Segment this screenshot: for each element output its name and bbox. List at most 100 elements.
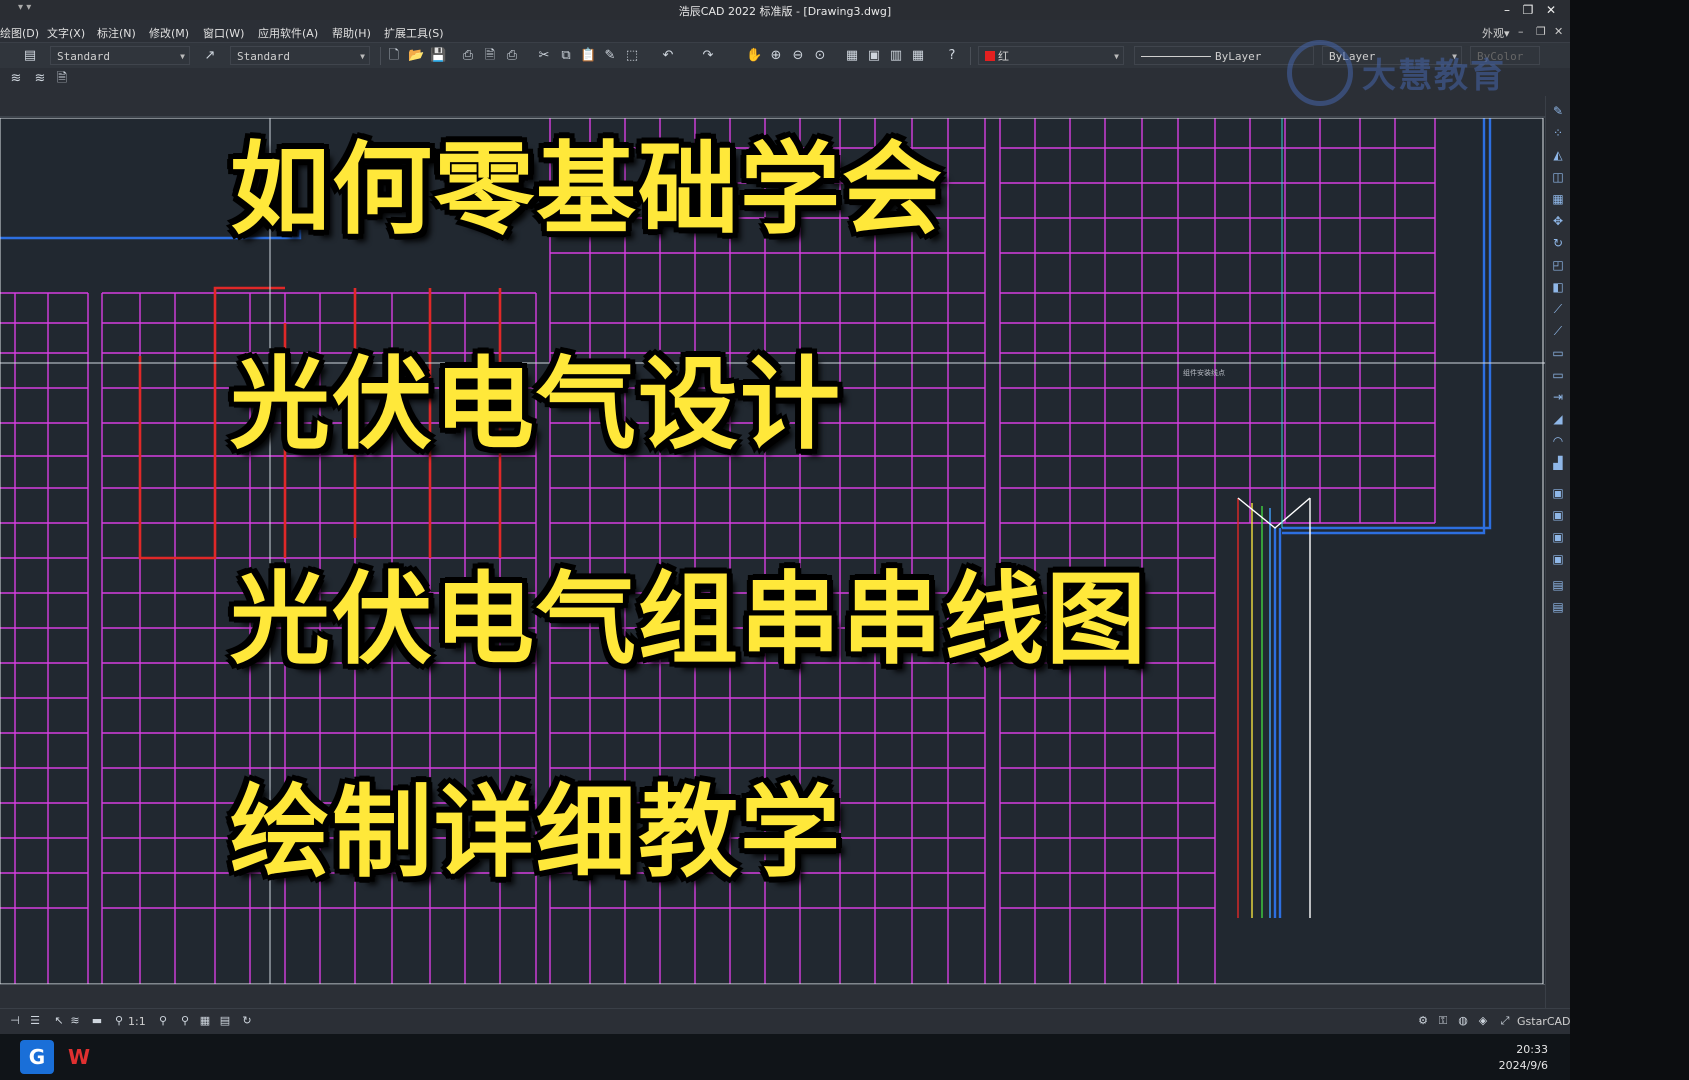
menu-extension-tools[interactable]: 扩展工具(S)	[384, 25, 444, 41]
gstarcad-icon[interactable]: G	[20, 1040, 54, 1074]
linetype-select[interactable]: ByLayer	[1134, 46, 1314, 65]
menu-dimension[interactable]: 标注(N)	[97, 25, 136, 41]
refresh-icon[interactable]: ↻	[240, 1014, 254, 1028]
chamfer-icon[interactable]: ◢	[1550, 412, 1566, 426]
undo-icon[interactable]: ↶	[660, 48, 676, 64]
isolate-objects-icon[interactable]: ◈	[1476, 1014, 1490, 1028]
offset-icon[interactable]: ◫	[1550, 170, 1566, 184]
annotation-scale-value[interactable]: 1:1	[128, 1015, 146, 1028]
layer-previous-icon[interactable]: 🗎	[54, 71, 70, 87]
menu-text[interactable]: 文字(X)	[47, 25, 85, 41]
menu-applications[interactable]: 应用软件(A)	[258, 25, 318, 41]
array-icon[interactable]: ▦	[1550, 192, 1566, 206]
break-icon[interactable]: ▭	[1550, 346, 1566, 360]
toolbar-divider	[380, 47, 381, 65]
match-properties-icon[interactable]: ✎	[602, 48, 618, 64]
caption-line-4: 绘制详细教学	[230, 774, 842, 891]
print-icon[interactable]: ⎙	[460, 48, 476, 64]
calculator-icon[interactable]: ▤	[218, 1014, 232, 1028]
zoom-previous-icon[interactable]: ⊙	[812, 48, 828, 64]
grid-toggle-icon[interactable]: ▦	[198, 1014, 212, 1028]
design-center-icon[interactable]: ▣	[866, 48, 882, 64]
annotation-scale-icon[interactable]: ⚲	[112, 1014, 126, 1028]
viewport-icon[interactable]: ▬	[90, 1014, 104, 1028]
copy-icon[interactable]: ⧉	[558, 48, 574, 64]
rotate-icon[interactable]: ↻	[1550, 236, 1566, 250]
explode-icon[interactable]: ▟	[1550, 456, 1566, 470]
layers-icon[interactable]: ≋	[68, 1014, 82, 1028]
fullscreen-icon[interactable]: ⤢	[1498, 1014, 1512, 1028]
chevron-down-icon: ▼	[1114, 52, 1119, 61]
model-space-icon[interactable]: ⊣	[8, 1014, 22, 1028]
new-file-icon[interactable]: 🗋	[386, 48, 402, 64]
text-style-select[interactable]: Standard ▼	[50, 46, 190, 65]
doc-restore-button[interactable]: ❐	[1536, 25, 1546, 38]
block-editor-icon[interactable]: ⬚	[624, 48, 640, 64]
text-edit-icon[interactable]: ▤	[1550, 578, 1566, 592]
layer-state-icon[interactable]: ≋	[32, 71, 48, 87]
mirror-icon[interactable]: ◭	[1550, 148, 1566, 162]
help-icon[interactable]: ?	[944, 48, 960, 64]
trim-icon[interactable]: ⟋	[1550, 302, 1566, 316]
annotation-visibility-icon[interactable]: ⚲	[156, 1014, 170, 1028]
menu-help[interactable]: 帮助(H)	[332, 25, 371, 41]
restore-button[interactable]: ❐	[1519, 1, 1537, 19]
move-icon[interactable]: ✥	[1550, 214, 1566, 228]
dim-style-icon[interactable]: ↗	[202, 48, 218, 64]
system-clock[interactable]: 20:33 2024/9/6	[1499, 1042, 1548, 1074]
pan-icon[interactable]: ✋	[746, 48, 762, 64]
cad-application-window: ▾ ▾ 浩辰CAD 2022 标准版 - [Drawing3.dwg] – ❐ …	[0, 0, 1570, 1080]
zoom-realtime-icon[interactable]: ⊕	[768, 48, 784, 64]
publish-icon[interactable]: ⎙	[504, 48, 520, 64]
break-at-point-icon[interactable]: ▭	[1550, 368, 1566, 382]
join-icon[interactable]: ⇥	[1550, 390, 1566, 404]
calculator-icon[interactable]: ▦	[910, 48, 926, 64]
draw-order-back-icon[interactable]: ▣	[1550, 508, 1566, 522]
zoom-window-icon[interactable]: ⊖	[790, 48, 806, 64]
wps-icon[interactable]: W	[62, 1040, 96, 1074]
print-preview-icon[interactable]: 🗎	[482, 48, 498, 64]
color-select[interactable]: 红 ▼	[978, 46, 1124, 65]
drawing-annotation: 组件安装线点	[1183, 369, 1225, 377]
text-front-icon[interactable]: ▤	[1550, 600, 1566, 614]
layout-list-icon[interactable]: ☰	[28, 1014, 42, 1028]
redo-icon[interactable]: ↷	[700, 48, 716, 64]
extend-icon[interactable]: ⟋	[1550, 324, 1566, 338]
menu-draw[interactable]: 绘图(D)	[0, 25, 39, 41]
stretch-icon[interactable]: ◧	[1550, 280, 1566, 294]
close-button[interactable]: ✕	[1542, 1, 1560, 19]
auto-scale-icon[interactable]: ⚲	[178, 1014, 192, 1028]
scale-icon[interactable]: ◰	[1550, 258, 1566, 272]
clock-date: 2024/9/6	[1498, 1059, 1548, 1072]
erase-icon[interactable]: ✎	[1550, 104, 1566, 118]
menu-modify[interactable]: 修改(M)	[149, 25, 189, 41]
layer-properties-icon[interactable]: ≋	[8, 71, 24, 87]
caption-line-1: 如何零基础学会	[230, 131, 944, 248]
paste-icon[interactable]: 📋	[580, 48, 596, 64]
save-icon[interactable]: 💾	[430, 48, 446, 64]
caption-line-3: 光伏电气组串串线图	[230, 561, 1148, 678]
properties-icon[interactable]: ▦	[844, 48, 860, 64]
lightbulb-icon[interactable]: ◍	[1456, 1014, 1470, 1028]
draw-order-front-icon[interactable]: ▣	[1550, 486, 1566, 500]
text-style-icon[interactable]: ▤	[22, 48, 38, 64]
tool-palette-icon[interactable]: ▥	[888, 48, 904, 64]
send-under-icon[interactable]: ▣	[1550, 552, 1566, 566]
caption-line-2: 光伏电气设计	[230, 346, 842, 463]
settings-gear-icon[interactable]: ⚙	[1416, 1014, 1430, 1028]
fillet-icon[interactable]: ◠	[1550, 434, 1566, 448]
text-style-value: Standard	[57, 50, 110, 63]
bring-above-icon[interactable]: ▣	[1550, 530, 1566, 544]
doc-minimize-button[interactable]: –	[1518, 25, 1524, 38]
menu-window[interactable]: 窗口(W)	[203, 25, 244, 41]
minimize-button[interactable]: –	[1498, 1, 1516, 19]
appearance-menu[interactable]: 外观▾	[1482, 25, 1510, 41]
cut-icon[interactable]: ✂	[536, 48, 552, 64]
open-file-icon[interactable]: 📂	[408, 48, 424, 64]
lock-icon[interactable]: ⚿	[1436, 1014, 1450, 1028]
copy-object-icon[interactable]: ⁘	[1550, 126, 1566, 140]
select-cursor-icon[interactable]: ↖	[52, 1014, 66, 1028]
dim-style-select[interactable]: Standard ▼	[230, 46, 370, 65]
horizontal-scrollbar[interactable]	[0, 984, 1545, 1009]
doc-close-button[interactable]: ✕	[1554, 25, 1563, 38]
